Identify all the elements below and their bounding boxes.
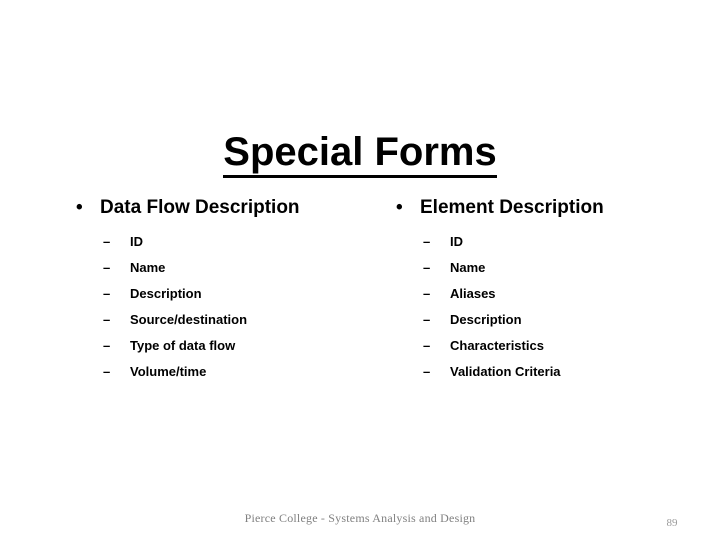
column-heading-element-description: • Element Description — [392, 196, 692, 220]
list-item: – Validation Criteria — [392, 359, 692, 385]
list-item: – Volume/time — [72, 359, 372, 385]
column-heading-label: Data Flow Description — [100, 197, 300, 218]
dash-icon: – — [103, 312, 111, 327]
slide: Special Forms • Data Flow Description – … — [0, 0, 720, 540]
list-item-label: Description — [130, 286, 202, 301]
sub-item-list-element-description: – ID – Name – Aliases – Description – Ch… — [392, 229, 692, 385]
bullet-icon: • — [396, 197, 403, 218]
list-item-label: Volume/time — [130, 364, 207, 379]
page-number: 89 — [666, 517, 678, 529]
page-title: Special Forms — [0, 131, 720, 178]
dash-icon: – — [103, 364, 111, 379]
list-item: – Name — [72, 255, 372, 281]
list-item: – Aliases — [392, 281, 692, 307]
list-item-label: Aliases — [450, 286, 496, 301]
list-item-label: Characteristics — [450, 338, 544, 353]
dash-icon: – — [423, 286, 431, 301]
column-heading-data-flow-description: • Data Flow Description — [72, 196, 372, 220]
sub-item-list-data-flow-description: – ID – Name – Description – Source/desti… — [72, 229, 372, 385]
list-item-label: Description — [450, 312, 522, 327]
dash-icon: – — [423, 234, 431, 249]
list-item: – Source/destination — [72, 307, 372, 333]
dash-icon: – — [423, 364, 431, 379]
column-heading-label: Element Description — [420, 197, 604, 218]
list-item-label: Name — [130, 260, 166, 275]
list-item: – ID — [72, 229, 372, 255]
list-item-label: ID — [130, 234, 143, 249]
list-item-label: ID — [450, 234, 463, 249]
list-item: – Type of data flow — [72, 333, 372, 359]
dash-icon: – — [103, 234, 111, 249]
list-item: – ID — [392, 229, 692, 255]
dash-icon: – — [103, 286, 111, 301]
list-item: – Description — [72, 281, 372, 307]
list-item-label: Source/destination — [130, 312, 248, 327]
dash-icon: – — [423, 338, 431, 353]
dash-icon: – — [103, 338, 111, 353]
list-item-label: Name — [450, 260, 486, 275]
dash-icon: – — [423, 260, 431, 275]
column-element-description: • Element Description – ID – Name – Alia… — [392, 196, 692, 385]
bullet-icon: • — [76, 197, 83, 218]
list-item: – Characteristics — [392, 333, 692, 359]
dash-icon: – — [103, 260, 111, 275]
list-item: – Name — [392, 255, 692, 281]
page-title-text: Special Forms — [223, 131, 497, 178]
list-item: – Description — [392, 307, 692, 333]
list-item-label: Validation Criteria — [450, 364, 561, 379]
dash-icon: – — [423, 312, 431, 327]
slide-footer: Pierce College - Systems Analysis and De… — [244, 511, 476, 525]
list-item-label: Type of data flow — [130, 338, 236, 353]
column-data-flow-description: • Data Flow Description – ID – Name – De… — [72, 196, 372, 385]
